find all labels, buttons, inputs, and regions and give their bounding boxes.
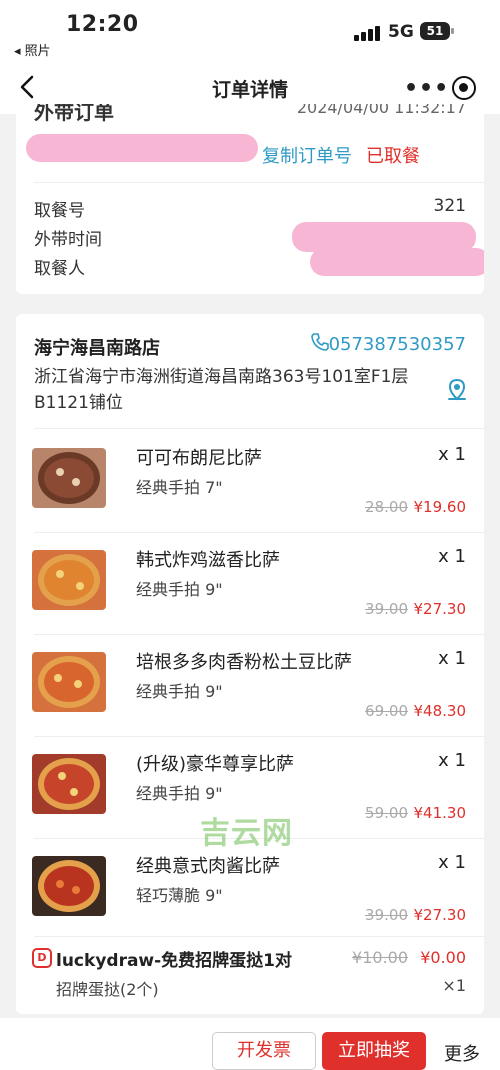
redacted-pickup-person bbox=[310, 248, 484, 276]
bottom-action-bar: 开发票 立即抽奖 更多 bbox=[0, 1018, 500, 1070]
network-type: 5G bbox=[388, 22, 414, 42]
phone-icon[interactable] bbox=[310, 332, 330, 352]
pizza-image bbox=[32, 550, 106, 610]
promo-detail: 招牌蛋挞(2个) bbox=[56, 980, 159, 999]
item-name: (升级)豪华尊享比萨 bbox=[136, 754, 295, 775]
divider bbox=[34, 182, 484, 183]
item-spec: 经典手拍 9" bbox=[136, 682, 223, 701]
more-options-icon[interactable]: ••• bbox=[404, 76, 449, 101]
order-status-badge: 已取餐 bbox=[366, 146, 420, 167]
item-price: ¥41.30 bbox=[413, 804, 467, 822]
pizza-image bbox=[32, 856, 106, 916]
item-quantity: x 1 bbox=[438, 648, 466, 669]
coupon-icon: D bbox=[32, 948, 52, 968]
item-quantity: x 1 bbox=[438, 444, 466, 465]
divider bbox=[34, 936, 484, 937]
store-items-card: 海宁海昌南路店 057387530357 浙江省海宁市海洲街道海昌南路363号1… bbox=[16, 314, 484, 1014]
item-name: 可可布朗尼比萨 bbox=[136, 448, 262, 469]
item-price: ¥27.30 bbox=[413, 906, 467, 924]
item-original-price: 39.00 bbox=[365, 906, 408, 924]
pickup-number-label: 取餐号 bbox=[34, 201, 85, 221]
pizza-image bbox=[32, 448, 106, 508]
battery-icon: 51 bbox=[420, 22, 454, 40]
item-quantity: x 1 bbox=[438, 852, 466, 873]
signal-icon bbox=[354, 25, 382, 41]
invoice-button[interactable]: 开发票 bbox=[212, 1032, 316, 1070]
item-spec: 轻巧薄脆 9" bbox=[136, 886, 223, 905]
promo-original-price: ¥10.00 bbox=[352, 948, 408, 967]
order-item: 经典意式肉酱比萨 轻巧薄脆 9" x 1 39.00 ¥27.30 bbox=[16, 838, 484, 940]
order-item: 培根多多肉香粉松土豆比萨 经典手拍 9" x 1 69.00 ¥48.30 bbox=[16, 634, 484, 736]
item-price: ¥48.30 bbox=[413, 702, 467, 720]
redacted-order-number bbox=[26, 134, 258, 162]
item-spec: 经典手拍 9" bbox=[136, 784, 223, 803]
promo-name: luckydraw-免费招牌蛋挞1对 bbox=[56, 951, 293, 971]
pickup-person-label: 取餐人 bbox=[34, 259, 85, 279]
store-name: 海宁海昌南路店 bbox=[34, 338, 160, 359]
item-quantity: x 1 bbox=[438, 750, 466, 771]
close-miniprogram-icon[interactable] bbox=[452, 76, 476, 100]
promo-item: D luckydraw-免费招牌蛋挞1对 ¥10.00 ¥0.00 招牌蛋挞(2… bbox=[16, 938, 484, 1008]
watermark: 吉云网 bbox=[200, 816, 293, 851]
pizza-image bbox=[32, 754, 106, 814]
item-original-price: 59.00 bbox=[365, 804, 408, 822]
divider bbox=[34, 428, 484, 429]
item-spec: 经典手拍 7" bbox=[136, 478, 223, 497]
promo-quantity: ×1 bbox=[442, 976, 466, 995]
pickup-number-value: 321 bbox=[433, 196, 466, 216]
order-time: 2024/04/00 11:32:17 bbox=[296, 104, 466, 117]
copy-order-number-link[interactable]: 复制订单号 bbox=[262, 142, 352, 168]
order-info-card: 外带订单 2024/04/00 11:32:17 复制订单号 已取餐 取餐号 3… bbox=[16, 104, 484, 294]
promo-price: ¥0.00 bbox=[420, 948, 466, 967]
pizza-image bbox=[32, 652, 106, 712]
back-to-photos-link[interactable]: ◂ 照片 bbox=[14, 40, 51, 59]
lucky-draw-button[interactable]: 立即抽奖 bbox=[322, 1032, 426, 1070]
item-price: ¥19.60 bbox=[413, 498, 467, 516]
takeout-time-label: 外带时间 bbox=[34, 230, 102, 250]
item-original-price: 28.00 bbox=[365, 498, 408, 516]
item-name: 经典意式肉酱比萨 bbox=[136, 856, 280, 877]
status-bar: 12:20 ◂ 照片 5G 51 bbox=[0, 0, 500, 62]
order-item: 韩式炸鸡滋香比萨 经典手拍 9" x 1 39.00 ¥27.30 bbox=[16, 532, 484, 634]
item-quantity: x 1 bbox=[438, 546, 466, 567]
location-icon[interactable] bbox=[446, 378, 468, 402]
item-original-price: 39.00 bbox=[365, 600, 408, 618]
item-spec: 经典手拍 9" bbox=[136, 580, 223, 599]
store-address: 浙江省海宁市海洲街道海昌南路363号101室F1层B1121铺位 bbox=[34, 367, 409, 413]
store-phone-link[interactable]: 057387530357 bbox=[329, 334, 466, 355]
item-name: 韩式炸鸡滋香比萨 bbox=[136, 550, 280, 571]
order-type-title: 外带订单 bbox=[34, 104, 114, 124]
order-item: 可可布朗尼比萨 经典手拍 7" x 1 28.00 ¥19.60 bbox=[16, 430, 484, 532]
status-time: 12:20 bbox=[66, 12, 139, 37]
item-price: ¥27.30 bbox=[413, 600, 467, 618]
item-original-price: 69.00 bbox=[365, 702, 408, 720]
more-button[interactable]: 更多 bbox=[444, 1040, 480, 1066]
item-name: 培根多多肉香粉松土豆比萨 bbox=[136, 652, 352, 673]
